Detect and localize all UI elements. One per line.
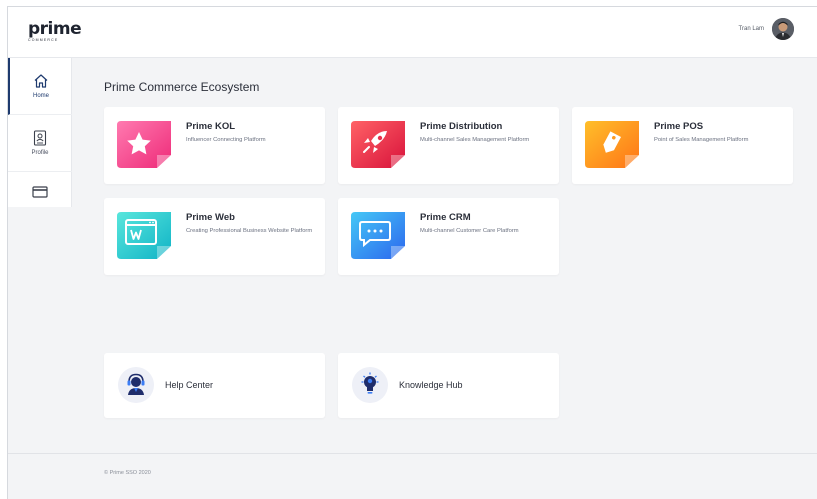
prime-commerce-logo[interactable]: prime COMMERCE [28, 19, 82, 43]
user-menu[interactable]: Tran Lam [739, 18, 794, 40]
sidebar-item-label: Home [32, 93, 49, 99]
app-name: Prime Web [186, 212, 235, 223]
help-icon-wrapper [118, 367, 154, 403]
app-description: Multi-channel Sales Management Platform [420, 137, 530, 143]
app-card-prime-crm[interactable]: Prime CRM Multi-channel Customer Care Pl… [338, 198, 559, 275]
help-center-card[interactable]: Help Center [104, 353, 325, 418]
support-agent-icon [127, 373, 145, 395]
app-name: Prime Distribution [420, 121, 503, 132]
app-description: Influencer Connecting Platform [186, 137, 266, 143]
help-card-label: Help Center [165, 380, 214, 390]
logo-wordmark: prime [28, 19, 82, 39]
sidebar: Home Profile [8, 58, 72, 207]
app-name: Prime POS [654, 121, 704, 132]
sidebar-item-home[interactable]: Home [8, 58, 72, 115]
user-name: Tran Lam [738, 26, 764, 32]
app-card-prime-distribution[interactable]: Prime Distribution Multi-channel Sales M… [338, 107, 559, 184]
chat-bubble-icon [351, 212, 405, 259]
rocket-icon [351, 121, 405, 168]
avatar-photo-icon [772, 18, 794, 40]
knowledge-hub-card[interactable]: Knowledge Hub [338, 353, 559, 418]
footer: © Prime SSO 2020 [8, 453, 817, 499]
price-tag-icon [585, 121, 639, 168]
app-description: Point of Sales Management Platform [654, 137, 749, 143]
lightbulb-icon [361, 372, 379, 394]
app-description: Creating Professional Business Website P… [186, 228, 313, 234]
app-name: Prime KOL [186, 121, 236, 132]
app-name: Prime CRM [420, 212, 471, 223]
app-card-prime-web[interactable]: Prime Web Creating Professional Business… [104, 198, 325, 275]
top-header: prime COMMERCE Tran Lam [8, 7, 817, 58]
help-icon-wrapper [352, 367, 388, 403]
page-title: Prime Commerce Ecosystem [104, 80, 260, 94]
app-frame: prime COMMERCE Tran Lam Home Profile Pri… [7, 6, 817, 499]
app-card-prime-kol[interactable]: Prime KOL Influencer Connecting Platform [104, 107, 325, 184]
app-card-prime-pos[interactable]: Prime POS Point of Sales Management Plat… [572, 107, 793, 184]
web-browser-icon [117, 212, 171, 259]
sidebar-item-payment[interactable] [8, 172, 72, 207]
profile-badge-icon [33, 130, 47, 146]
avatar[interactable] [772, 18, 794, 40]
help-card-label: Knowledge Hub [399, 380, 463, 390]
star-icon [117, 121, 171, 168]
sidebar-item-label: Profile [31, 150, 49, 156]
sidebar-item-profile[interactable]: Profile [8, 115, 72, 172]
copyright-text: © Prime SSO 2020 [104, 470, 151, 476]
app-description: Multi-channel Customer Care Platform [420, 228, 519, 234]
home-icon [34, 74, 48, 88]
card-icon [32, 186, 48, 198]
